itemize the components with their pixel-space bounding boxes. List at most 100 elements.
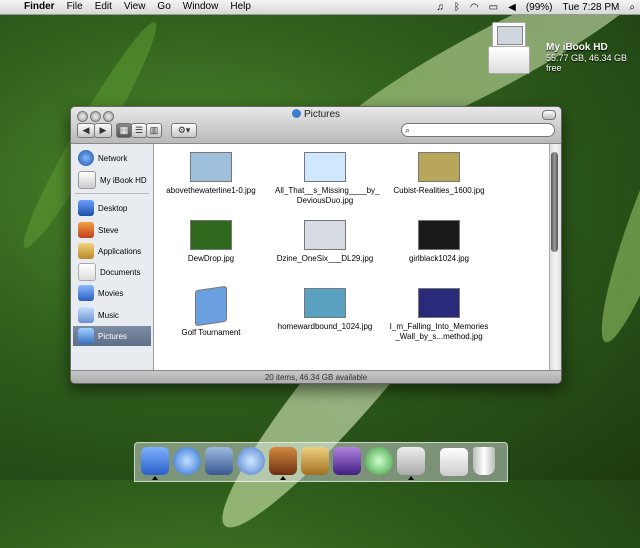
volume-icon[interactable]: ◀	[503, 2, 521, 13]
laptop-icon	[78, 171, 96, 189]
drive-name: My iBook HD	[546, 42, 608, 53]
file-name: girlblack1024.jpg	[408, 254, 470, 263]
sidebar-item-network[interactable]: Network	[73, 148, 151, 168]
sidebar-divider	[75, 193, 149, 194]
menu-view[interactable]: View	[118, 0, 152, 14]
file-name: homewardbound_1024.jpg	[277, 322, 373, 331]
trash-icon[interactable]	[473, 447, 495, 475]
back-button[interactable]: ◀	[77, 123, 95, 138]
file-item[interactable]: Dzine_OneSix___DL29.jpg	[275, 220, 375, 264]
window-title-text: Pictures	[303, 109, 341, 120]
sidebar-item-my-ibook-hd[interactable]: My iBook HD	[73, 170, 151, 190]
image-thumbnail	[418, 152, 460, 182]
itunes-dock-icon[interactable]	[365, 447, 393, 475]
column-view-button[interactable]: ▥	[146, 123, 162, 138]
file-item[interactable]: DewDrop.jpg	[161, 220, 261, 264]
drive-label[interactable]: My iBook HD 55.77 GB, 46.34 GB free	[546, 42, 640, 73]
spotlight-icon[interactable]: ⌕	[624, 2, 640, 13]
file-name: All_That__s_Missing____by_	[275, 186, 380, 195]
file-item[interactable]: Cubist-Realities_1600.jpg	[389, 152, 489, 196]
sidebar-item-documents[interactable]: Documents	[73, 262, 151, 282]
bluetooth-icon[interactable]: ᛒ	[449, 2, 465, 13]
sidebar-item-steve[interactable]: Steve	[73, 220, 151, 240]
search-field[interactable]: ⌕	[401, 123, 555, 137]
image-thumbnail	[190, 152, 232, 182]
home-icon	[78, 222, 94, 238]
system-preferences-dock-icon[interactable]	[397, 447, 425, 475]
sidebar-item-desktop[interactable]: Desktop	[73, 198, 151, 218]
file-item[interactable]: homewardbound_1024.jpg	[275, 288, 375, 332]
art-app-dock-icon[interactable]	[333, 447, 361, 475]
file-name-line2: DeviousDuo.jpg	[296, 196, 354, 205]
menu-finder[interactable]: Finder	[18, 0, 61, 14]
mail-dock-icon[interactable]	[205, 447, 233, 475]
sidebar-item-label: Pictures	[98, 331, 127, 341]
image-thumbnail	[418, 220, 460, 250]
wallpaper-grass	[586, 90, 640, 350]
icon-view-button[interactable]: ▦	[116, 123, 132, 138]
documents-stack-dock-icon[interactable]	[439, 447, 469, 477]
scrollbar-thumb[interactable]	[551, 152, 558, 252]
file-item[interactable]: I_m_Falling_Into_Memories _Wall_by_s...m…	[389, 288, 489, 342]
wifi-icon[interactable]: ◠	[465, 2, 484, 13]
itunes-menu-icon[interactable]: ♫	[431, 2, 449, 13]
window-title: Pictures	[71, 109, 561, 120]
applications-icon	[78, 243, 94, 259]
menu-window[interactable]: Window	[177, 0, 225, 14]
sidebar-item-movies[interactable]: Movies	[73, 283, 151, 303]
vertical-scrollbar[interactable]	[549, 144, 561, 370]
running-indicator	[280, 476, 286, 480]
file-icon-grid: abovethewaterline1-0.jpg All_That__s_Mis…	[155, 144, 548, 370]
status-bar: 20 items, 46.34 GB available	[71, 370, 561, 383]
forward-button[interactable]: ▶	[94, 123, 112, 138]
ichat-dock-icon[interactable]	[237, 447, 265, 475]
list-view-button[interactable]: ☰	[131, 123, 147, 138]
drive-info: 55.77 GB, 46.34 GB free	[546, 53, 628, 73]
sidebar-item-label: Music	[98, 310, 119, 320]
search-input[interactable]	[416, 124, 548, 136]
sidebar-item-label: Documents	[100, 267, 141, 277]
pages-dock-icon[interactable]	[301, 447, 329, 475]
sidebar-item-label: Desktop	[98, 203, 128, 213]
search-icon: ⌕	[405, 125, 411, 135]
desktop-icon	[78, 200, 94, 216]
documents-icon	[78, 263, 96, 281]
sidebar-item-applications[interactable]: Applications	[73, 241, 151, 261]
clock[interactable]: Tue 7:28 PM	[558, 2, 625, 13]
globe-icon	[78, 150, 94, 166]
file-name: DewDrop.jpg	[187, 254, 235, 263]
file-item[interactable]: girlblack1024.jpg	[389, 220, 489, 264]
sidebar-item-label: My iBook HD	[100, 175, 147, 185]
file-item[interactable]: All_That__s_Missing____by_ DeviousDuo.jp…	[275, 152, 380, 206]
sidebar-item-music[interactable]: Music	[73, 305, 151, 325]
pictures-icon	[78, 328, 94, 344]
menu-go[interactable]: Go	[151, 0, 176, 14]
display-icon[interactable]: ▭	[484, 2, 503, 13]
sidebar-item-pictures[interactable]: Pictures	[73, 326, 151, 346]
title-bar[interactable]: Pictures ◀ ▶ ▦ ☰ ▥ ⚙▾ ⌕	[71, 107, 561, 144]
iphoto-dock-icon[interactable]	[269, 447, 297, 475]
file-name: abovethewaterline1-0.jpg	[166, 186, 256, 195]
menu-bar: Finder File Edit View Go Window Help ♫ ᛒ…	[0, 0, 640, 15]
menu-edit[interactable]: Edit	[89, 0, 118, 14]
sidebar-item-label: Network	[98, 153, 128, 163]
toolbar-toggle-button[interactable]	[542, 110, 556, 120]
sidebar-item-label: Movies	[98, 288, 124, 298]
file-item[interactable]: Golf Tournament	[161, 285, 261, 338]
safari-dock-icon[interactable]	[173, 447, 201, 475]
image-thumbnail	[304, 220, 346, 250]
menu-help[interactable]: Help	[224, 0, 257, 14]
finder-window: Pictures ◀ ▶ ▦ ☰ ▥ ⚙▾ ⌕ Network My iBook…	[70, 106, 562, 384]
sidebar: Network My iBook HD Desktop Steve Applic…	[71, 144, 154, 370]
action-menu-button[interactable]: ⚙▾	[171, 123, 197, 138]
menu-file[interactable]: File	[61, 0, 89, 14]
image-thumbnail	[418, 288, 460, 318]
running-indicator	[408, 476, 414, 480]
music-note-icon	[78, 307, 94, 323]
sidebar-item-label: Applications	[98, 246, 142, 256]
file-item[interactable]: abovethewaterline1-0.jpg	[161, 152, 261, 196]
ibook-hd-drive-icon[interactable]	[486, 22, 534, 80]
battery-status[interactable]: (99%)	[521, 2, 558, 13]
finder-dock-icon[interactable]	[141, 447, 169, 475]
image-thumbnail	[190, 220, 232, 250]
